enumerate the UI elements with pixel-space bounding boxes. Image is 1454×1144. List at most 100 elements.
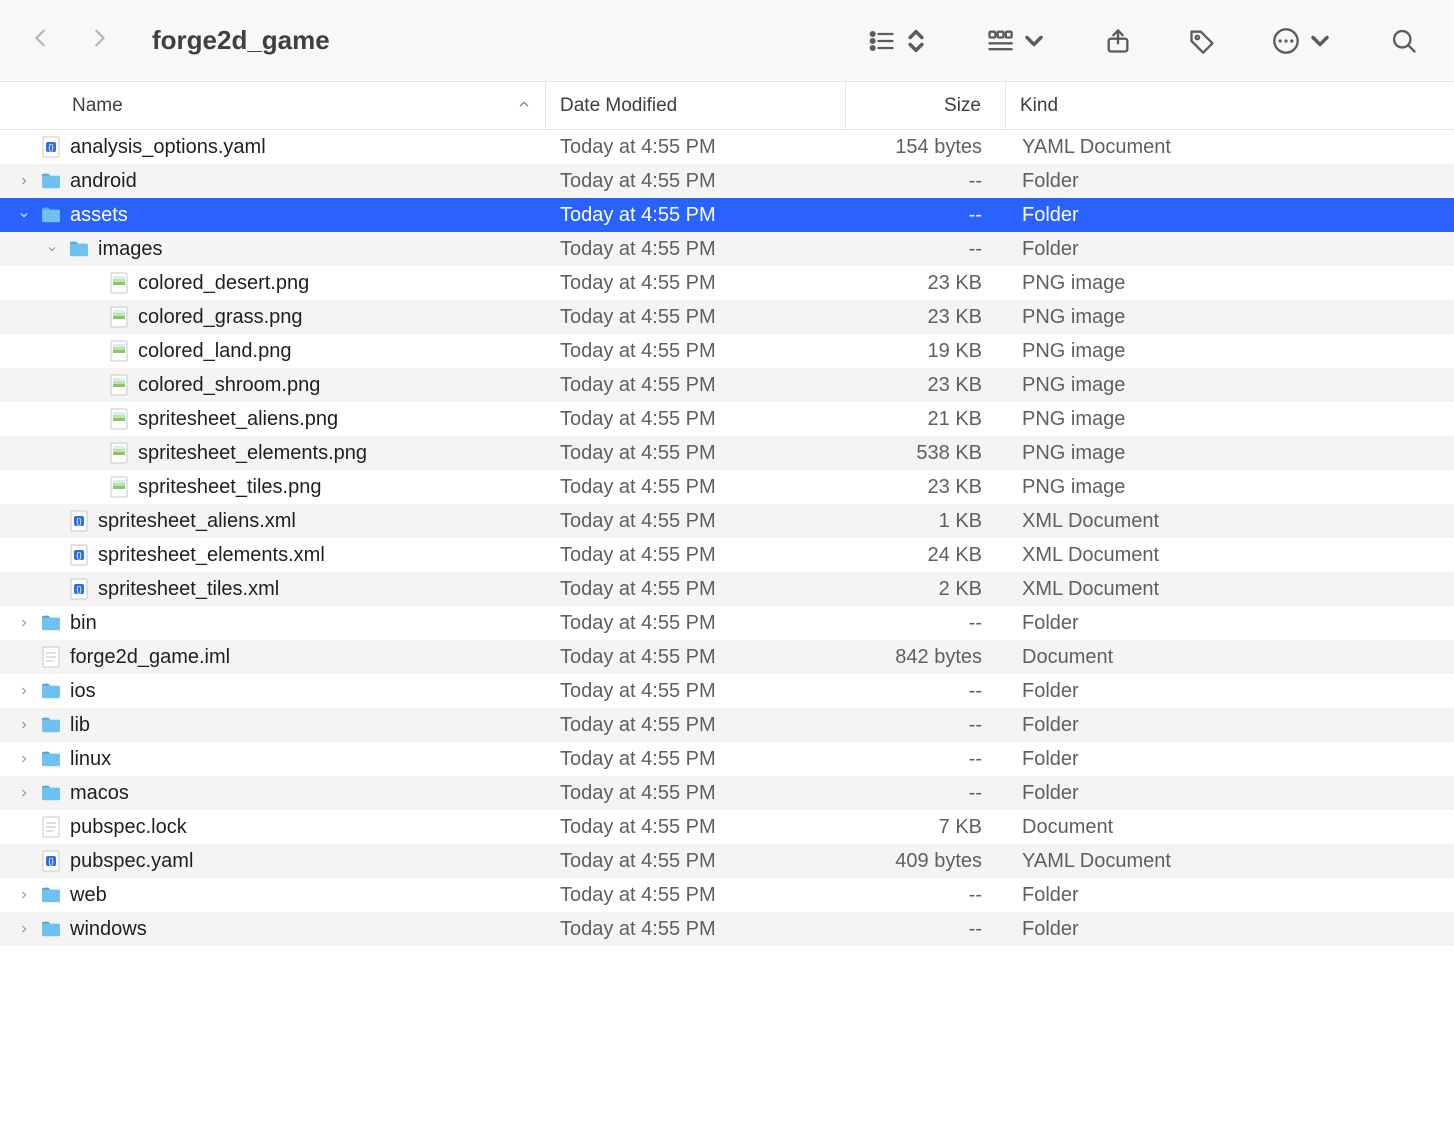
disclosure-toggle <box>16 139 32 155</box>
file-size: -- <box>846 782 1006 805</box>
file-date: Today at 4:55 PM <box>546 544 846 567</box>
file-row[interactable]: androidToday at 4:55 PM--Folder <box>0 164 1454 198</box>
disclosure-toggle[interactable] <box>16 785 32 801</box>
file-row[interactable]: pubspec.lockToday at 4:55 PM7 KBDocument <box>0 810 1454 844</box>
file-row[interactable]: iosToday at 4:55 PM--Folder <box>0 674 1454 708</box>
file-name-cell: {} spritesheet_tiles.xml <box>0 572 546 606</box>
file-date: Today at 4:55 PM <box>546 816 846 839</box>
file-row[interactable]: assetsToday at 4:55 PM--Folder <box>0 198 1454 232</box>
file-kind: YAML Document <box>1006 136 1454 159</box>
disclosure-toggle[interactable] <box>16 173 32 189</box>
file-icon <box>40 680 62 702</box>
file-row[interactable]: {} spritesheet_elements.xmlToday at 4:55… <box>0 538 1454 572</box>
disclosure-toggle[interactable] <box>16 921 32 937</box>
column-header-name[interactable]: Name <box>0 82 546 129</box>
file-date: Today at 4:55 PM <box>546 612 846 635</box>
file-size: 23 KB <box>846 306 1006 329</box>
svg-text:{}: {} <box>48 857 54 866</box>
disclosure-toggle[interactable] <box>16 717 32 733</box>
file-row[interactable]: windowsToday at 4:55 PM--Folder <box>0 912 1454 946</box>
window-title: forge2d_game <box>152 25 330 56</box>
file-date: Today at 4:55 PM <box>546 782 846 805</box>
search-button[interactable] <box>1390 27 1418 55</box>
file-name: web <box>70 884 107 907</box>
file-row[interactable]: colored_land.pngToday at 4:55 PM19 KBPNG… <box>0 334 1454 368</box>
chevron-right-icon <box>18 889 30 901</box>
file-name: spritesheet_aliens.xml <box>98 510 296 533</box>
file-date: Today at 4:55 PM <box>546 680 846 703</box>
file-row[interactable]: forge2d_game.imlToday at 4:55 PM842 byte… <box>0 640 1454 674</box>
file-row[interactable]: {} pubspec.yamlToday at 4:55 PM409 bytes… <box>0 844 1454 878</box>
file-row[interactable]: colored_grass.pngToday at 4:55 PM23 KBPN… <box>0 300 1454 334</box>
file-name: lib <box>70 714 90 737</box>
disclosure-toggle[interactable] <box>16 751 32 767</box>
file-row[interactable]: webToday at 4:55 PM--Folder <box>0 878 1454 912</box>
file-icon <box>68 238 90 260</box>
file-size: 23 KB <box>846 374 1006 397</box>
file-size: -- <box>846 170 1006 193</box>
file-name: spritesheet_elements.png <box>138 442 367 465</box>
group-button[interactable] <box>986 27 1048 55</box>
folder-icon <box>40 716 62 734</box>
file-date: Today at 4:55 PM <box>546 272 846 295</box>
chevron-right-icon <box>18 753 30 765</box>
file-date: Today at 4:55 PM <box>546 646 846 669</box>
file-icon <box>40 646 62 668</box>
column-header-kind[interactable]: Kind <box>1006 82 1454 129</box>
file-row[interactable]: spritesheet_tiles.pngToday at 4:55 PM23 … <box>0 470 1454 504</box>
file-row[interactable]: colored_shroom.pngToday at 4:55 PM23 KBP… <box>0 368 1454 402</box>
chevron-right-icon <box>88 22 110 54</box>
file-name: pubspec.yaml <box>70 850 193 873</box>
file-size: -- <box>846 748 1006 771</box>
file-row[interactable]: libToday at 4:55 PM--Folder <box>0 708 1454 742</box>
file-kind: Folder <box>1006 680 1454 703</box>
folder-icon <box>40 886 62 904</box>
image-file-icon <box>110 442 128 464</box>
file-row[interactable]: macosToday at 4:55 PM--Folder <box>0 776 1454 810</box>
file-row[interactable]: spritesheet_elements.png Today at 4:55 PM… <box>0 436 1454 470</box>
file-date: Today at 4:55 PM <box>546 476 846 499</box>
more-button[interactable] <box>1272 27 1334 55</box>
file-kind: Folder <box>1006 170 1454 193</box>
file-row[interactable]: {} analysis_options.yamlToday at 4:55 PM… <box>0 130 1454 164</box>
file-row[interactable]: linuxToday at 4:55 PM--Folder <box>0 742 1454 776</box>
back-button[interactable] <box>30 22 52 59</box>
file-kind: PNG image <box>1006 306 1454 329</box>
folder-icon <box>40 206 62 224</box>
file-kind: PNG image <box>1006 272 1454 295</box>
column-header-date[interactable]: Date Modified <box>546 82 846 129</box>
file-row[interactable]: {} spritesheet_tiles.xmlToday at 4:55 PM… <box>0 572 1454 606</box>
file-icon <box>40 816 62 838</box>
file-row[interactable]: spritesheet_aliens.pngToday at 4:55 PM21… <box>0 402 1454 436</box>
file-date: Today at 4:55 PM <box>546 442 846 465</box>
file-row[interactable]: binToday at 4:55 PM--Folder <box>0 606 1454 640</box>
forward-button[interactable] <box>88 22 110 59</box>
disclosure-toggle[interactable] <box>16 683 32 699</box>
file-row[interactable]: imagesToday at 4:55 PM--Folder <box>0 232 1454 266</box>
view-list-button[interactable] <box>868 27 930 55</box>
file-size: -- <box>846 612 1006 635</box>
file-name-cell: {} spritesheet_aliens.xml <box>0 504 546 538</box>
disclosure-toggle[interactable] <box>16 207 32 223</box>
disclosure-toggle <box>84 275 100 291</box>
share-button[interactable] <box>1104 27 1132 55</box>
disclosure-toggle <box>16 819 32 835</box>
file-date: Today at 4:55 PM <box>546 918 846 941</box>
file-icon: {} <box>68 544 90 566</box>
file-size: 19 KB <box>846 340 1006 363</box>
column-header-size[interactable]: Size <box>846 82 1006 129</box>
file-row[interactable]: colored_desert.pngToday at 4:55 PM23 KBP… <box>0 266 1454 300</box>
code-file-icon: {} <box>70 578 88 600</box>
chevron-right-icon <box>18 719 30 731</box>
tags-button[interactable] <box>1188 27 1216 55</box>
file-row[interactable]: {} spritesheet_aliens.xmlToday at 4:55 P… <box>0 504 1454 538</box>
file-date: Today at 4:55 PM <box>546 850 846 873</box>
disclosure-toggle[interactable] <box>16 887 32 903</box>
code-file-icon: {} <box>70 544 88 566</box>
disclosure-toggle[interactable] <box>44 241 60 257</box>
file-name-cell: assets <box>0 198 546 232</box>
file-name: forge2d_game.iml <box>70 646 230 669</box>
file-date: Today at 4:55 PM <box>546 340 846 363</box>
disclosure-toggle[interactable] <box>16 615 32 631</box>
file-date: Today at 4:55 PM <box>546 136 846 159</box>
